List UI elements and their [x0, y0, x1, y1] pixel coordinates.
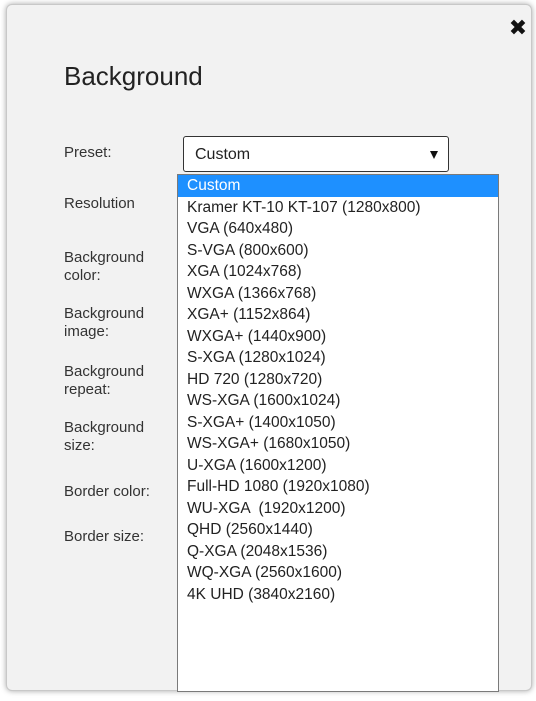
preset-option[interactable]: Full-HD 1080 (1920x1080): [178, 476, 498, 498]
background-repeat-label: Background repeat:: [64, 363, 145, 398]
preset-label: Preset:: [64, 144, 112, 161]
preset-option[interactable]: S-XGA+ (1400x1050): [178, 412, 498, 434]
background-image-label: Background image:: [64, 305, 145, 340]
preset-option[interactable]: WU-XGA (1920x1200): [178, 498, 498, 520]
dropdown-arrow-icon: [430, 151, 438, 159]
border-size-label: Border size:: [64, 528, 145, 545]
preset-option[interactable]: Custom: [178, 175, 498, 197]
resolution-label: Resolution: [64, 195, 135, 212]
preset-option[interactable]: VGA (640x480): [178, 218, 498, 240]
preset-option[interactable]: Q-XGA (2048x1536): [178, 541, 498, 563]
preset-option[interactable]: 4K UHD (3840x2160): [178, 584, 498, 606]
dialog-title: Background: [64, 61, 203, 91]
preset-option[interactable]: XGA (1024x768): [178, 261, 498, 283]
preset-select[interactable]: Custom: [183, 136, 449, 172]
preset-option[interactable]: QHD (2560x1440): [178, 519, 498, 541]
preset-option[interactable]: Kramer KT-10 KT-107 (1280x800): [178, 197, 498, 219]
preset-option[interactable]: XGA+ (1152x864): [178, 304, 498, 326]
border-color-label: Border color:: [64, 483, 150, 500]
preset-option[interactable]: WS-XGA (1600x1024): [178, 390, 498, 412]
preset-option[interactable]: WXGA (1366x768): [178, 283, 498, 305]
preset-option[interactable]: HD 720 (1280x720): [178, 369, 498, 391]
close-icon[interactable]: ✖: [507, 17, 529, 39]
preset-options-list: Custom Kramer KT-10 KT-107 (1280x800) VGA …: [177, 174, 499, 692]
preset-option[interactable]: U-XGA (1600x1200): [178, 455, 498, 477]
background-color-label: Background color:: [64, 249, 145, 284]
preset-option[interactable]: WS-XGA+ (1680x1050): [178, 433, 498, 455]
preset-option[interactable]: S-VGA (800x600): [178, 240, 498, 262]
preset-selected-value: Custom: [195, 146, 251, 163]
preset-option[interactable]: WXGA+ (1440x900): [178, 326, 498, 348]
background-size-label: Background size:: [64, 419, 145, 454]
preset-option[interactable]: WQ-XGA (2560x1600): [178, 562, 498, 584]
preset-option[interactable]: S-XGA (1280x1024): [178, 347, 498, 369]
